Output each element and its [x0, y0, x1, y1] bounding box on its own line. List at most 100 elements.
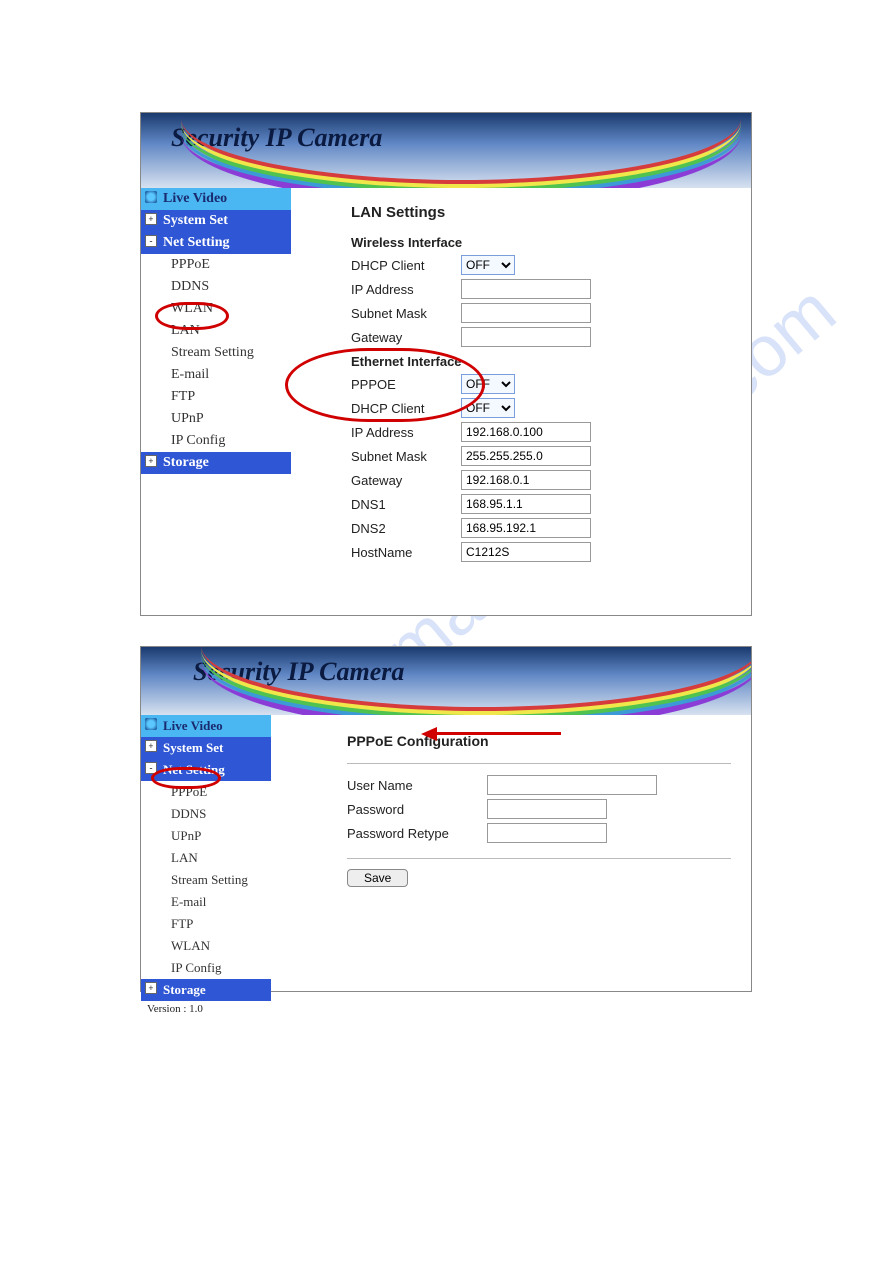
sidebar-item-label: IP Config — [171, 433, 225, 448]
eth-dns1-input[interactable] — [461, 494, 591, 514]
wireless-ip-input[interactable] — [461, 279, 591, 299]
sidebar: Live Video + System Set - Net Setting PP… — [141, 188, 291, 575]
label-wireless-mask: Subnet Mask — [351, 306, 461, 321]
screenshot-pppoe-config: Security IP Camera Live Video + System S… — [140, 646, 752, 992]
collapse-icon: - — [145, 762, 157, 774]
sidebar-item-storage[interactable]: + Storage — [141, 452, 291, 474]
eth-hostname-input[interactable] — [461, 542, 591, 562]
sidebar-item-stream-setting[interactable]: Stream Setting — [141, 869, 271, 891]
sidebar-item-stream-setting[interactable]: Stream Setting — [141, 342, 291, 364]
page-title: LAN Settings — [351, 204, 731, 221]
sidebar-item-label: IP Config — [171, 960, 221, 975]
expand-icon: + — [145, 740, 157, 752]
sidebar-item-label: FTP — [171, 389, 195, 404]
sidebar-item-wlan[interactable]: WLAN — [141, 935, 271, 957]
password-input[interactable] — [487, 799, 607, 819]
sidebar-item-pppoe[interactable]: PPPoE — [141, 254, 291, 276]
label-password: Password — [347, 802, 487, 817]
banner: Security IP Camera — [141, 113, 751, 188]
sidebar-item-email[interactable]: E-mail — [141, 891, 271, 913]
wireless-dhcp-select[interactable]: OFF — [461, 255, 515, 275]
sidebar-item-system-set[interactable]: + System Set — [141, 737, 271, 759]
label-eth-dns1: DNS1 — [351, 497, 461, 512]
wireless-gw-input[interactable] — [461, 327, 591, 347]
password-retype-input[interactable] — [487, 823, 607, 843]
sidebar-item-net-setting[interactable]: - Net Setting — [141, 232, 291, 254]
sidebar-item-ftp[interactable]: FTP — [141, 913, 271, 935]
sidebar-item-label: Net Setting — [163, 762, 225, 777]
rainbow-swoosh-icon — [181, 158, 741, 188]
sidebar-item-label: FTP — [171, 916, 193, 931]
sidebar-item-label: PPPoE — [171, 784, 207, 799]
camera-icon — [145, 191, 157, 203]
label-eth-hostname: HostName — [351, 545, 461, 560]
sidebar-item-ddns[interactable]: DDNS — [141, 803, 271, 825]
sidebar-item-label: LAN — [171, 850, 198, 865]
screenshot-lan-settings: Security IP Camera Live Video + System S… — [140, 112, 752, 616]
sidebar-item-label: PPPoE — [171, 257, 210, 272]
sidebar-item-label: System Set — [163, 740, 223, 755]
label-eth-ip: IP Address — [351, 425, 461, 440]
eth-dns2-input[interactable] — [461, 518, 591, 538]
section-wireless: Wireless Interface — [351, 235, 731, 250]
sidebar-item-wlan[interactable]: WLAN — [141, 298, 291, 320]
label-eth-dns2: DNS2 — [351, 521, 461, 536]
expand-icon: + — [145, 213, 157, 225]
sidebar-item-label: Stream Setting — [171, 345, 254, 360]
sidebar-item-ip-config[interactable]: IP Config — [141, 957, 271, 979]
label-eth-gw: Gateway — [351, 473, 461, 488]
expand-icon: + — [145, 455, 157, 467]
sidebar-item-ip-config[interactable]: IP Config — [141, 430, 291, 452]
page-title: PPPoE Configuration — [347, 733, 731, 749]
label-password-retype: Password Retype — [347, 826, 487, 841]
sidebar-item-label: WLAN — [171, 301, 213, 316]
eth-gw-input[interactable] — [461, 470, 591, 490]
label-eth-dhcp: DHCP Client — [351, 401, 461, 416]
sidebar-item-label: DDNS — [171, 806, 206, 821]
label-user-name: User Name — [347, 778, 487, 793]
eth-ip-input[interactable] — [461, 422, 591, 442]
sidebar-item-label: Storage — [163, 455, 209, 470]
camera-icon — [145, 718, 157, 730]
divider — [347, 763, 731, 764]
save-button[interactable]: Save — [347, 869, 408, 887]
label-wireless-dhcp: DHCP Client — [351, 258, 461, 273]
sidebar-item-upnp[interactable]: UPnP — [141, 408, 291, 430]
sidebar-item-label: LAN — [171, 323, 200, 338]
eth-mask-input[interactable] — [461, 446, 591, 466]
sidebar-item-ddns[interactable]: DDNS — [141, 276, 291, 298]
main-content: LAN Settings Wireless Interface DHCP Cli… — [291, 188, 751, 575]
sidebar-item-label: Storage — [163, 982, 206, 997]
eth-dhcp-select[interactable]: OFF — [461, 398, 515, 418]
sidebar-item-lan[interactable]: LAN — [141, 320, 291, 342]
user-name-input[interactable] — [487, 775, 657, 795]
sidebar-item-pppoe[interactable]: PPPoE — [141, 781, 271, 803]
rainbow-swoosh-icon — [201, 685, 751, 715]
sidebar-item-label: System Set — [163, 213, 228, 228]
sidebar-item-email[interactable]: E-mail — [141, 364, 291, 386]
eth-pppoe-select[interactable]: OFF — [461, 374, 515, 394]
label-wireless-ip: IP Address — [351, 282, 461, 297]
sidebar-item-upnp[interactable]: UPnP — [141, 825, 271, 847]
expand-icon: + — [145, 982, 157, 994]
sidebar-item-system-set[interactable]: + System Set — [141, 210, 291, 232]
label-eth-mask: Subnet Mask — [351, 449, 461, 464]
label-eth-pppoe: PPPOE — [351, 377, 461, 392]
sidebar-item-label: Live Video — [163, 718, 223, 733]
sidebar-item-live-video[interactable]: Live Video — [141, 715, 271, 737]
sidebar-item-label: DDNS — [171, 279, 209, 294]
sidebar-item-label: Stream Setting — [171, 872, 248, 887]
sidebar-item-lan[interactable]: LAN — [141, 847, 271, 869]
sidebar-item-label: Net Setting — [163, 235, 230, 250]
sidebar-item-net-setting[interactable]: - Net Setting — [141, 759, 271, 781]
sidebar-item-ftp[interactable]: FTP — [141, 386, 291, 408]
collapse-icon: - — [145, 235, 157, 247]
section-ethernet: Ethernet Interface — [351, 354, 731, 369]
sidebar-item-label: E-mail — [171, 894, 206, 909]
sidebar-item-label: UPnP — [171, 828, 201, 843]
sidebar-item-label: WLAN — [171, 938, 210, 953]
wireless-mask-input[interactable] — [461, 303, 591, 323]
sidebar-item-live-video[interactable]: Live Video — [141, 188, 291, 210]
sidebar-item-storage[interactable]: + Storage — [141, 979, 271, 1001]
version-label: Version : 1.0 — [141, 1001, 271, 1019]
